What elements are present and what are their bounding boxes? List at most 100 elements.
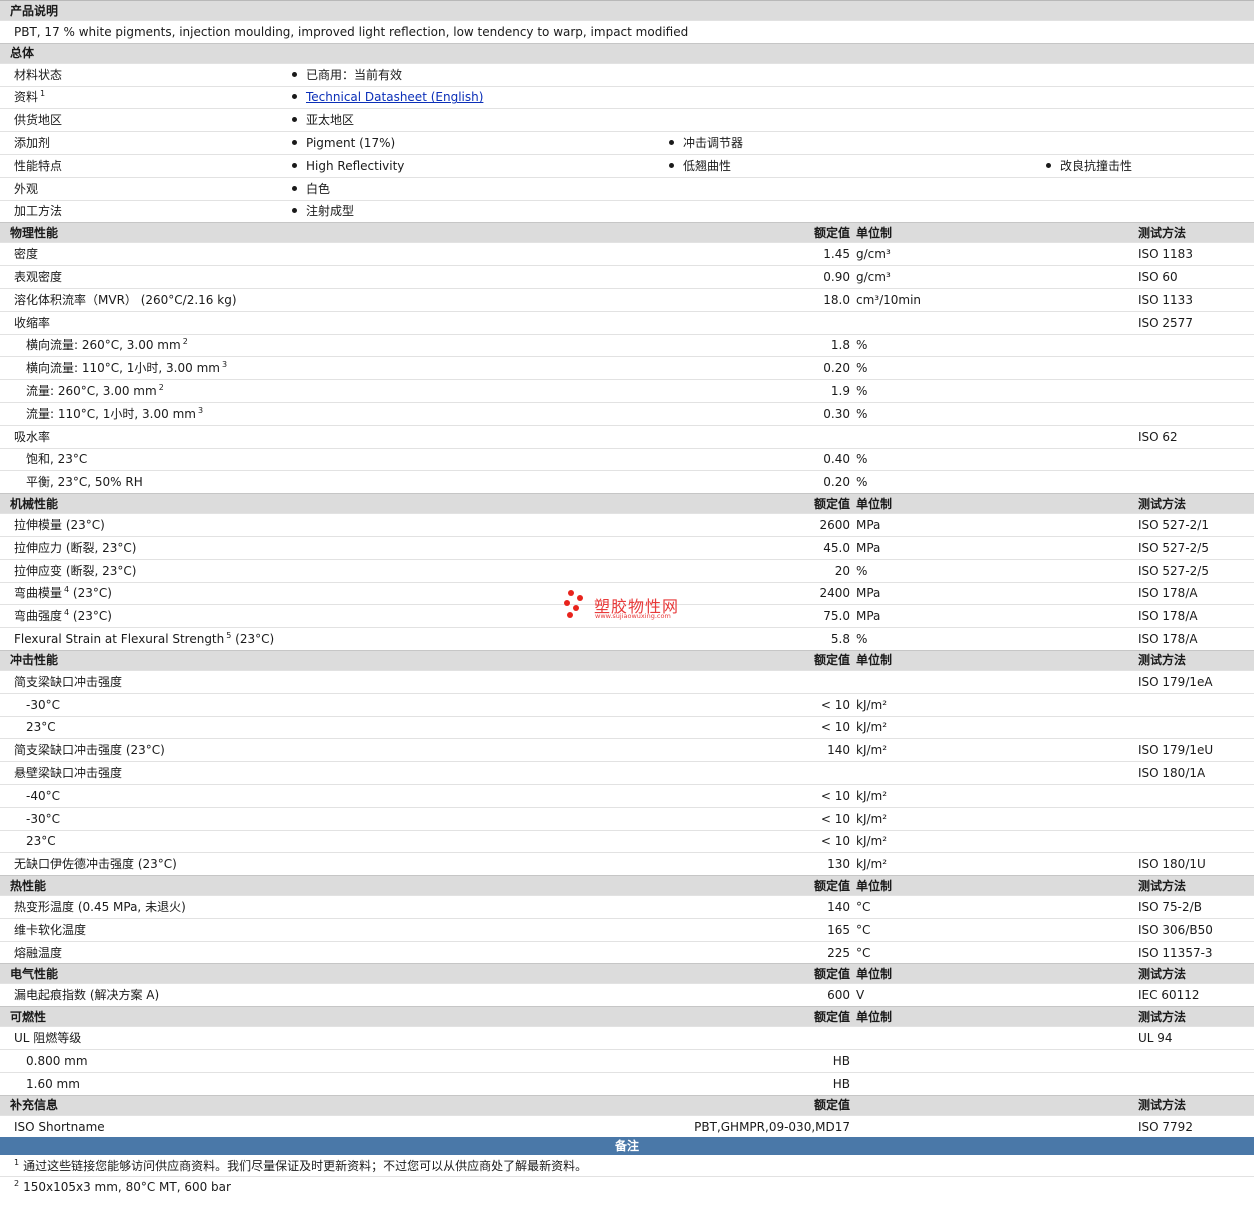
method-header: 测试方法	[1138, 878, 1187, 893]
rated-header: 额定值	[813, 1098, 850, 1113]
bullet-item: Technical Datasheet (English)	[292, 90, 483, 104]
label-text: 加工方法	[14, 204, 63, 219]
property-row: 23°C < 10 kJ/m²	[0, 829, 1254, 853]
property-row: 拉伸应变 (断裂, 23°C) 20% ISO 527-2/5	[0, 558, 1254, 582]
label-condition: (23°C)	[69, 609, 112, 624]
property-row: 简支梁缺口冲击强度 ISO 179/1eA	[0, 669, 1254, 693]
label-text: 无缺口伊佐德冲击强度 (23°C)	[14, 857, 177, 872]
test-method: ISO 306/B50	[1138, 922, 1213, 937]
property-row: 维卡软化温度 165 °C ISO 306/B50	[0, 917, 1254, 941]
footnote-ref: 1	[40, 89, 46, 99]
property-row: 饱和, 23°C 0.40%	[0, 447, 1254, 471]
property-label: 收缩率	[14, 316, 50, 330]
bullet-text: 亚太地区	[306, 113, 355, 128]
property-label: 无缺口伊佐德冲击强度 (23°C)	[14, 857, 177, 871]
label-text: 流量: 110°C, 1小时, 3.00 mm	[26, 406, 196, 421]
property-label: 1.60 mm	[26, 1077, 80, 1091]
property-label: 热变形温度 (0.45 MPa, 未退火)	[14, 900, 186, 914]
bullet-icon	[292, 117, 297, 123]
bullet-item: 亚太地区	[292, 113, 354, 127]
rated-header: 额定值	[813, 496, 850, 511]
unit-header: 单位制	[856, 1009, 893, 1024]
property-value: 20	[834, 563, 850, 578]
property-row: 吸水率 ISO 62	[0, 424, 1254, 448]
property-row: 23°C < 10 kJ/m²	[0, 715, 1254, 739]
property-unit: %	[856, 632, 868, 647]
property-value: 225	[827, 945, 850, 960]
rated-header: 额定值	[813, 878, 850, 893]
property-unit: kJ/m²	[856, 834, 888, 849]
note-row: 2 150x105x3 mm, 80°C MT, 600 bar	[0, 1176, 1254, 1197]
footnote-ref: 2	[182, 337, 188, 347]
property-sections: 物理性能 额定值 单位制 测试方法 密度 1.45 g/cm³ ISO 1183 表观密度 0.9…	[0, 222, 1254, 1137]
logo-dot-icon	[564, 600, 570, 606]
property-row: UL 阻燃等级 UL 94	[0, 1026, 1254, 1049]
property-label: 23°C	[26, 834, 56, 848]
general-row: 外观 白色	[0, 176, 1254, 200]
property-unit: %	[856, 563, 868, 578]
property-unit: °C	[856, 899, 871, 914]
method-header: 测试方法	[1138, 1098, 1187, 1113]
property-label: 拉伸模量 (23°C)	[14, 518, 105, 532]
bullet-text: 冲击调节器	[683, 136, 744, 151]
test-method: ISO 11357-3	[1138, 945, 1213, 960]
section-title: 电气性能	[10, 966, 59, 981]
property-unit: %	[856, 384, 868, 399]
logo-dot-icon	[568, 590, 574, 596]
bullet-item: 改良抗撞击性	[1046, 159, 1132, 173]
datasheet-link[interactable]: Technical Datasheet (English)	[306, 90, 483, 104]
rated-header: 额定值	[813, 966, 850, 981]
property-value: 140	[827, 743, 850, 758]
bullet-item: 低翘曲性	[669, 159, 731, 173]
notes-header: 备注	[0, 1137, 1254, 1156]
property-unit: kJ/m²	[856, 743, 888, 758]
property-row: 漏电起痕指数 (解决方案 A) 600 V IEC 60112	[0, 983, 1254, 1006]
property-unit: kJ/m²	[856, 697, 888, 712]
rated-header: 额定值	[813, 653, 850, 668]
bullet-icon	[292, 162, 297, 168]
general-row: 供货地区 亚太地区	[0, 108, 1254, 131]
property-row: 1.60 mm HB	[0, 1071, 1254, 1095]
property-unit: MPa	[856, 609, 881, 624]
property-unit: MPa	[856, 540, 881, 555]
label-text: 23°C	[26, 834, 56, 849]
bullet-text: 白色	[306, 181, 331, 196]
label-text: 材料状态	[14, 67, 63, 82]
test-method: ISO 180/1U	[1138, 857, 1206, 872]
property-label: 拉伸应变 (断裂, 23°C)	[14, 564, 136, 578]
bullet-text: 注射成型	[306, 204, 355, 219]
note-content: 150x105x3 mm, 80°C MT, 600 bar	[23, 1180, 231, 1195]
method-header: 测试方法	[1138, 496, 1187, 511]
label-text: 悬壁梁缺口冲击强度	[14, 766, 123, 780]
label-text: 横向流量: 110°C, 1小时, 3.00 mm	[26, 361, 220, 376]
label-text: 添加剂	[14, 136, 51, 151]
notes-list: 1 通过这些链接您能够访问供应商资料。我们尽量保证及时更新资料；不过您可以从供应商…	[0, 1155, 1254, 1197]
test-method: ISO 179/1eU	[1138, 743, 1214, 758]
label-text: 简支梁缺口冲击强度 (23°C)	[14, 743, 165, 758]
label-text: 0.800 mm	[26, 1053, 88, 1068]
label-text: 流量: 260°C, 3.00 mm	[26, 384, 157, 399]
unit-header: 单位制	[856, 225, 893, 240]
logo-dot-icon	[573, 605, 579, 611]
label-text: 平衡, 23°C, 50% RH	[26, 475, 143, 490]
property-unit: cm³/10min	[856, 292, 922, 307]
property-row: ISO Shortname PBT,GHMPR,09-030,MD17 ISO 77…	[0, 1114, 1254, 1138]
label-text: 密度	[14, 247, 39, 262]
property-value: HB	[832, 1053, 850, 1068]
bullet-item: 已商用：当前有效	[292, 68, 402, 82]
property-row: 平衡, 23°C, 50% RH 0.20%	[0, 470, 1254, 493]
product-description-row: PBT, 17 % white pigments, injection moul…	[0, 20, 1254, 43]
section-title: 补充信息	[10, 1098, 59, 1113]
footnote-ref: 3	[221, 360, 228, 370]
property-row: -30°C < 10 kJ/m²	[0, 692, 1254, 716]
label-text: 弯曲模量	[14, 586, 63, 601]
label-text: 弯曲强度	[14, 609, 63, 624]
property-row: 热变形温度 (0.45 MPa, 未退火) 140 °C ISO 75-2/B	[0, 895, 1254, 918]
label-condition: (23°C)	[231, 632, 275, 647]
property-label: -30°C	[26, 698, 60, 712]
property-unit: MPa	[856, 586, 881, 601]
property-label: UL 阻燃等级	[14, 1031, 81, 1045]
property-unit: %	[856, 475, 868, 490]
test-method: ISO 1133	[1138, 292, 1193, 307]
test-method: ISO 180/1A	[1138, 766, 1206, 780]
